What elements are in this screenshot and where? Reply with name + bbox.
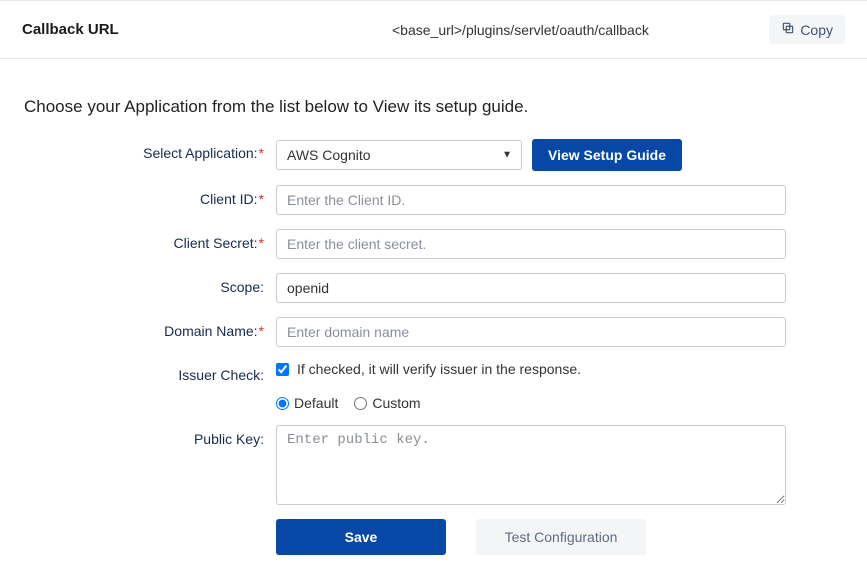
callback-url-value: <base_url>/plugins/servlet/oauth/callbac… xyxy=(392,22,769,38)
issuer-check-checkbox[interactable] xyxy=(276,363,289,376)
domain-name-label: Domain Name:* xyxy=(24,317,276,339)
public-key-label: Public Key: xyxy=(24,425,276,447)
select-application-dropdown[interactable]: AWS Cognito xyxy=(276,140,522,170)
client-id-input[interactable] xyxy=(276,185,786,215)
callback-row: Callback URL <base_url>/plugins/servlet/… xyxy=(0,0,867,59)
issuer-check-label: Issuer Check: xyxy=(24,361,276,383)
issuer-radio-custom[interactable] xyxy=(354,397,367,410)
intro-text: Choose your Application from the list be… xyxy=(0,59,867,139)
view-setup-guide-button[interactable]: View Setup Guide xyxy=(532,139,682,171)
test-configuration-button[interactable]: Test Configuration xyxy=(476,519,646,555)
domain-name-input[interactable] xyxy=(276,317,786,347)
copy-button-label: Copy xyxy=(800,22,833,38)
select-application-label: Select Application:* xyxy=(24,139,276,161)
issuer-radio-default[interactable] xyxy=(276,397,289,410)
scope-input[interactable] xyxy=(276,273,786,303)
copy-icon xyxy=(781,21,795,38)
scope-label: Scope: xyxy=(24,273,276,295)
config-form: Select Application:* AWS Cognito View Se… xyxy=(0,139,867,585)
client-secret-input[interactable] xyxy=(276,229,786,259)
issuer-check-text: If checked, it will verify issuer in the… xyxy=(297,361,581,377)
callback-url-label: Callback URL xyxy=(22,21,392,38)
client-id-label: Client ID:* xyxy=(24,185,276,207)
client-secret-label: Client Secret:* xyxy=(24,229,276,251)
issuer-radio-group: Default Custom xyxy=(276,391,421,411)
public-key-textarea[interactable] xyxy=(276,425,786,505)
copy-button[interactable]: Copy xyxy=(769,15,845,44)
save-button[interactable]: Save xyxy=(276,519,446,555)
